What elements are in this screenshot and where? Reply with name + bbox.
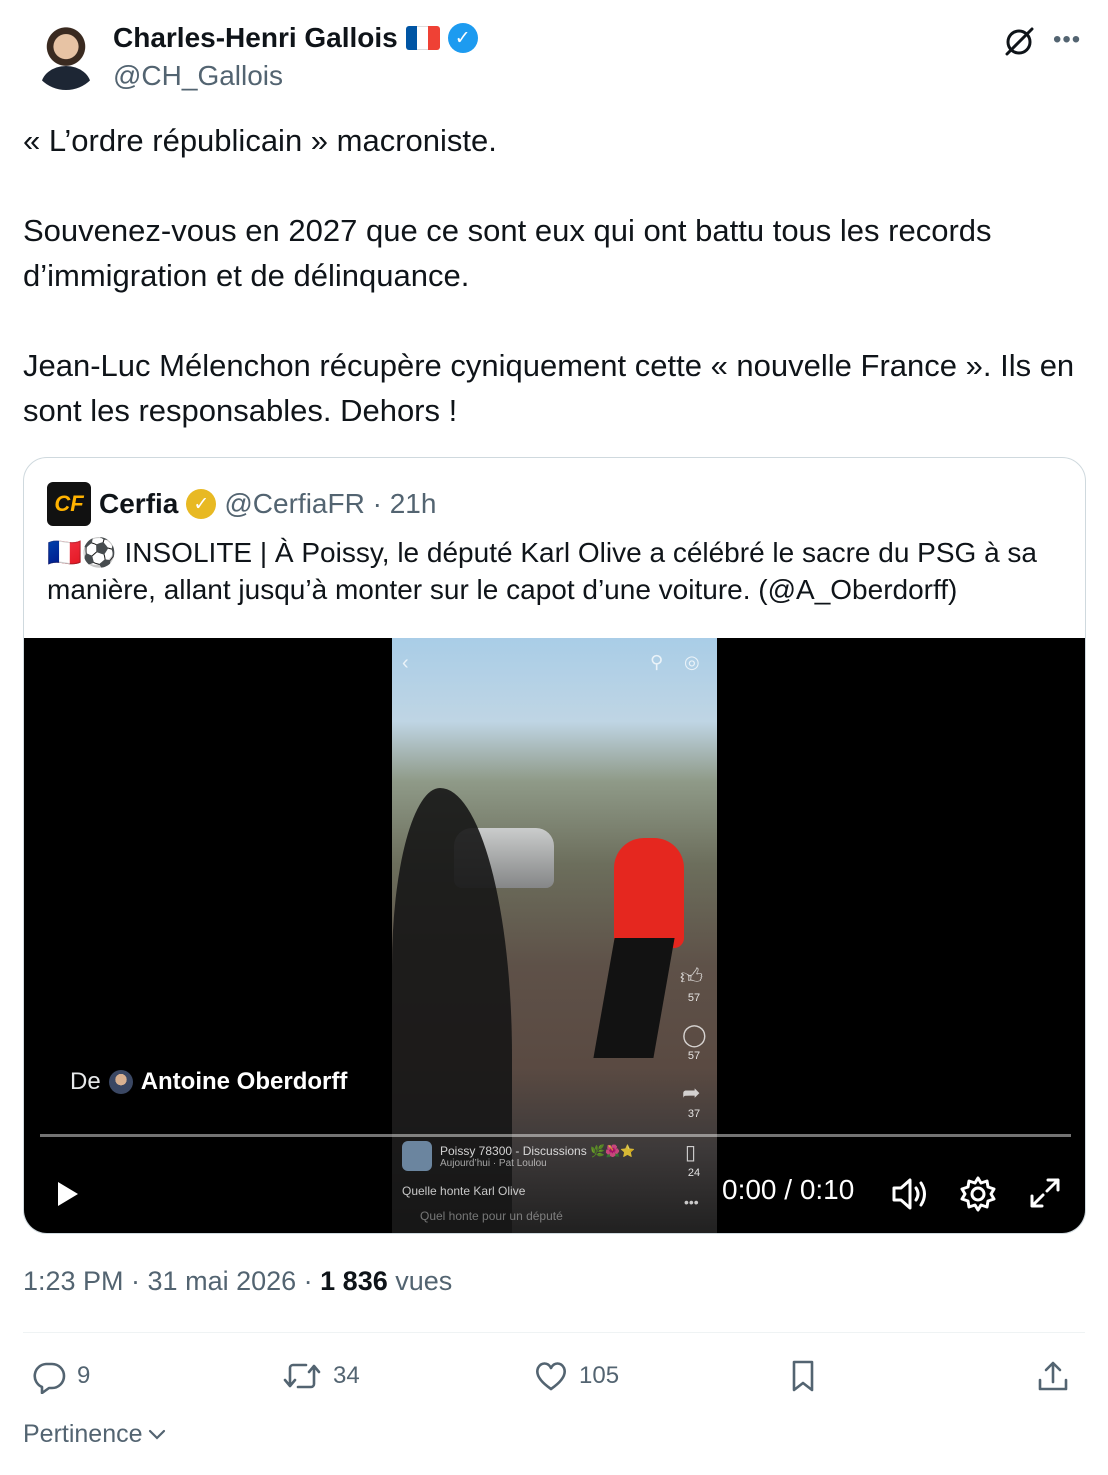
group-info: Poissy 78300 - Discussions 🌿🌺⭐ Aujourd’h… — [402, 1141, 635, 1171]
save-count: 24 — [687, 1167, 701, 1179]
play-icon[interactable] — [54, 1180, 80, 1208]
retweet-count: 34 — [333, 1362, 360, 1389]
save-icon: ▯ — [685, 1142, 697, 1164]
fullscreen-icon[interactable] — [1028, 1176, 1062, 1210]
tweet-timestamp: 1:23 PM · 31 mai 2026 · 1 836 vues — [23, 1266, 452, 1297]
person-red-shirt — [614, 838, 684, 948]
quoted-tweet-text: 🇫🇷⚽ INSOLITE | À Poissy, le député Karl … — [47, 537, 1038, 605]
sort-label: Pertinence — [23, 1420, 143, 1448]
share-count: 37 — [687, 1108, 701, 1120]
volume-icon[interactable] — [890, 1176, 930, 1212]
quoted-author-name[interactable]: Cerfia — [99, 488, 178, 520]
reply-icon — [33, 1362, 66, 1394]
like-count: 105 — [579, 1362, 620, 1389]
video-author-name[interactable]: Antoine Oberdorff — [141, 1068, 348, 1096]
video-author-avatar — [108, 1070, 133, 1094]
group-subtitle: Aujourd’hui · Pat Loulou — [440, 1157, 547, 1169]
more-icon: ••• — [684, 1194, 699, 1210]
more-options-icon[interactable]: ••• — [1053, 26, 1081, 54]
views-count: 1 836 — [320, 1266, 388, 1296]
group-name: Poissy 78300 - Discussions 🌿🌺⭐ — [440, 1143, 635, 1158]
retweet-button[interactable]: 34 — [281, 1358, 360, 1394]
tweet-time-date[interactable]: 1:23 PM · 31 mai 2026 · — [23, 1266, 320, 1296]
france-flag-icon — [405, 26, 440, 50]
comment-count: 57 — [687, 1050, 701, 1062]
retweet-icon — [283, 1363, 321, 1389]
profile-icon: ◎ — [684, 652, 700, 672]
grok-icon[interactable] — [1001, 24, 1037, 60]
author-avatar[interactable] — [31, 20, 101, 90]
video-author-prefix: De — [70, 1068, 101, 1095]
like-button[interactable]: 105 — [533, 1358, 619, 1394]
thumbs-up-icon: 👍︎ — [680, 964, 703, 989]
tweet-text: « L’ordre républicain » macroniste. Souv… — [23, 123, 1075, 428]
quoted-author-meta: @CerfiaFR · 21h — [224, 488, 437, 519]
verified-org-badge-icon: ✓ — [186, 489, 217, 519]
video-frame: ‹ ⚲ ◎ 👍︎ 57 ◯ 57 ➦ 37 ▯ 24 ••• Poissy 78… — [392, 638, 717, 1233]
search-icon: ⚲ — [650, 652, 664, 672]
reply-count: 9 — [77, 1362, 91, 1389]
bookmark-icon — [792, 1360, 814, 1392]
author-name[interactable]: Charles-Henri Gallois — [113, 22, 398, 54]
person-legs — [593, 938, 675, 1058]
like-count: 57 — [687, 992, 701, 1004]
action-bar: 9 34 105 — [23, 1350, 1085, 1410]
post-caption: Quelle honte Karl Olive — [402, 1184, 526, 1198]
share-button[interactable] — [1035, 1358, 1071, 1394]
share-icon: ➦ — [682, 1080, 701, 1105]
share-icon — [1038, 1361, 1068, 1391]
back-icon: ‹ — [402, 652, 409, 674]
author-handle[interactable]: @CH_Gallois — [113, 60, 283, 92]
bookmark-button[interactable] — [785, 1358, 821, 1394]
heart-icon — [536, 1362, 566, 1391]
views-label: vues — [387, 1266, 453, 1296]
replies-sort-dropdown[interactable]: Pertinence — [23, 1420, 167, 1449]
comment-icon: ◯ — [682, 1022, 707, 1047]
quoted-tweet[interactable]: CF Cerfia ✓ @CerfiaFR · 21h 🇫🇷⚽ INSOLITE… — [23, 457, 1086, 1234]
video-player[interactable]: ‹ ⚲ ◎ 👍︎ 57 ◯ 57 ➦ 37 ▯ 24 ••• Poissy 78… — [24, 638, 1085, 1233]
divider — [23, 1332, 1085, 1333]
tweet-header: Charles-Henri Gallois ✓ @CH_Gallois ••• — [23, 16, 1085, 96]
settings-gear-icon[interactable] — [959, 1175, 997, 1213]
video-time: 0:00 / 0:10 — [722, 1174, 855, 1205]
post-comment: Quel honte pour un député — [420, 1209, 563, 1223]
quoted-tweet-header: CF Cerfia ✓ @CerfiaFR · 21h — [47, 482, 436, 526]
video-author-overlay[interactable]: De Antoine Oberdorff — [70, 1068, 347, 1096]
group-thumbnail — [402, 1141, 432, 1171]
author-name-row[interactable]: Charles-Henri Gallois ✓ — [113, 22, 478, 54]
video-progress-bar[interactable] — [40, 1134, 1071, 1137]
reply-button[interactable]: 9 — [31, 1358, 90, 1394]
chevron-down-icon — [148, 1429, 165, 1440]
verified-badge-icon: ✓ — [447, 23, 478, 53]
cerfia-logo[interactable]: CF — [47, 482, 91, 526]
